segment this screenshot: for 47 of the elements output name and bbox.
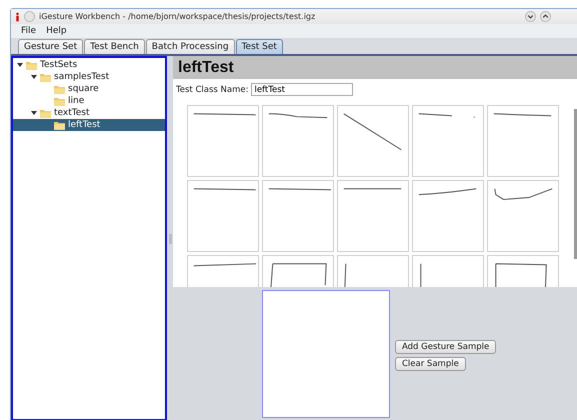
class-name-field[interactable]: leftTest — [251, 83, 354, 96]
gesture-stroke — [268, 113, 328, 118]
gesture-stroke — [193, 113, 257, 116]
field-label: Test Class Name: — [176, 84, 248, 94]
gesture-stroke — [268, 188, 332, 190]
test-class-title: leftTest — [178, 58, 234, 76]
tree-item[interactable]: line — [13, 95, 165, 107]
folder-icon — [54, 84, 65, 94]
menu-item[interactable]: Help — [46, 26, 67, 36]
tab[interactable]: Batch Processing — [146, 39, 235, 54]
gesture-stroke — [193, 263, 257, 266]
gesture-stroke — [418, 188, 477, 196]
gesture-stroke — [495, 263, 547, 287]
app-icon — [15, 12, 20, 22]
folder-icon — [40, 108, 51, 118]
gesture-stroke — [494, 188, 553, 200]
gesture-stroke — [344, 263, 346, 287]
tree-item[interactable]: square — [13, 83, 165, 95]
menu-item[interactable]: File — [21, 26, 36, 36]
gesture-stroke — [193, 188, 257, 190]
maximize-icon[interactable] — [540, 11, 551, 22]
minimize-icon[interactable] — [525, 11, 536, 22]
gesture-stroke — [343, 113, 402, 150]
expand-icon[interactable] — [31, 110, 37, 116]
gesture-stroke — [343, 188, 402, 190]
expand-icon[interactable] — [31, 74, 37, 80]
tab[interactable]: Gesture Set — [18, 39, 84, 54]
folder-icon — [54, 96, 65, 106]
gesture-stroke — [420, 263, 422, 287]
folder-icon — [26, 60, 37, 70]
tab[interactable]: Test Set — [236, 39, 283, 54]
scrollbar[interactable] — [574, 109, 577, 259]
tree-item[interactable]: leftTest — [13, 119, 165, 131]
gesture-stroke — [493, 113, 552, 116]
tree-item[interactable]: TestSets — [13, 59, 165, 71]
folder-icon — [54, 120, 65, 130]
tab[interactable]: Test Bench — [84, 39, 145, 54]
folder-icon — [40, 72, 51, 82]
action-button[interactable]: Add Gesture Sample — [395, 340, 496, 354]
action-button[interactable]: Clear Sample — [395, 357, 466, 371]
window-title: iGesture Workbench - /home/bjorn/workspace/thesis/projects/test.igz — [39, 12, 316, 21]
gesture-stroke — [270, 263, 327, 287]
gesture-stroke — [418, 113, 475, 118]
window-menu-icon[interactable] — [24, 11, 35, 22]
expand-icon[interactable] — [17, 62, 23, 68]
tree-item[interactable]: samplesTest — [13, 71, 165, 83]
tree-item[interactable]: textTest — [13, 107, 165, 119]
